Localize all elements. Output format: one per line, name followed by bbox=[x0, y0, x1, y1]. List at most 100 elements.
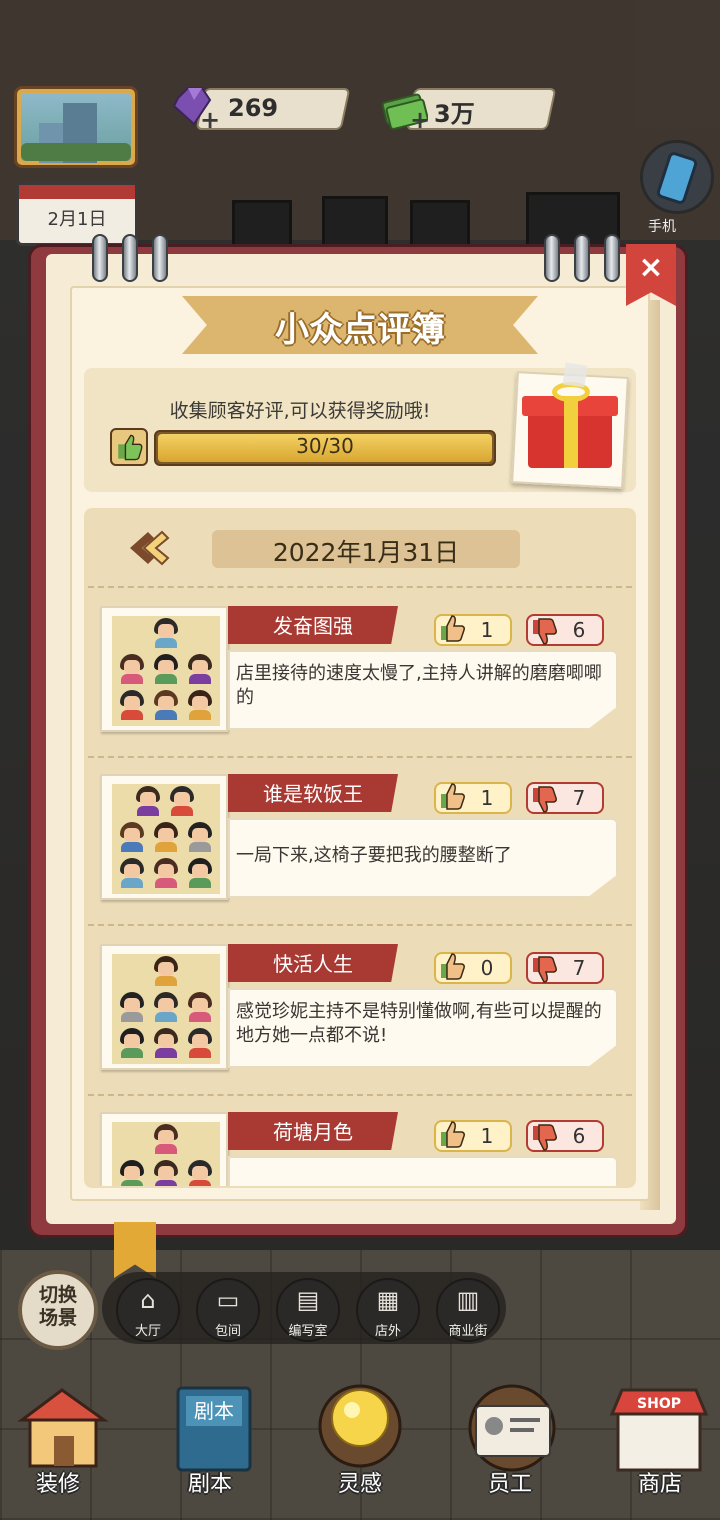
customer-avatar-icon bbox=[152, 618, 180, 648]
shop-label: 商店 bbox=[637, 1472, 682, 1497]
customer-avatar-icon bbox=[118, 690, 146, 720]
tab-label: 编写室 bbox=[288, 1324, 328, 1339]
customer-group-avatars bbox=[100, 1112, 228, 1186]
review-card: 发奋图强 1 6 店里接待的速度太慢了,主持人讲解的磨磨唧唧的 bbox=[100, 606, 620, 736]
customer-group-avatars bbox=[100, 774, 228, 900]
switch-scene-label: 切换 场景 bbox=[38, 1284, 77, 1329]
review-bubble bbox=[228, 1156, 618, 1186]
thumbs-down-icon bbox=[533, 956, 557, 983]
shop-icon[interactable]: SHOP bbox=[604, 1380, 712, 1476]
dislike-count: 6 bbox=[572, 618, 586, 642]
customer-avatar-icon bbox=[168, 786, 196, 816]
binder-ring-icon bbox=[92, 234, 108, 282]
review-card: 谁是软饭王 1 7 一局下来,这椅子要把我的腰整断了 bbox=[100, 774, 620, 904]
like-count: 1 bbox=[480, 786, 494, 810]
group-name: 荷塘月色 bbox=[273, 1120, 353, 1144]
review-text: 感觉珍妮主持不是特别懂做啊,有些可以提醒的地方她一点都不说! bbox=[236, 1001, 602, 1046]
customer-group-avatars bbox=[100, 606, 228, 732]
review-card: 快活人生 0 7 感觉珍妮主持不是特别懂做啊,有些可以提醒的地方她一点都不说! bbox=[100, 944, 620, 1074]
desk-icon: ▤ bbox=[296, 1286, 320, 1314]
thumbs-up-icon bbox=[441, 615, 465, 642]
customer-avatar-icon bbox=[186, 1160, 214, 1186]
cash-plus-icon[interactable]: + bbox=[410, 106, 430, 134]
staff-label: 员工 bbox=[487, 1472, 532, 1497]
storefront-icon: ▦ bbox=[376, 1286, 400, 1314]
binder-ring-icon bbox=[122, 234, 138, 282]
inspiration-label: 灵感 bbox=[337, 1472, 382, 1497]
shop-sign: SHOP bbox=[637, 1396, 681, 1412]
thumbs-up-badge-icon bbox=[110, 428, 148, 466]
thumbs-up-icon bbox=[441, 783, 465, 810]
binder-ring-icon bbox=[604, 234, 620, 282]
thumbs-down-icon bbox=[533, 786, 557, 813]
review-date: 2022年1月31日 bbox=[272, 538, 460, 567]
renovate-label: 装修 bbox=[35, 1472, 80, 1497]
customer-avatar-icon bbox=[118, 1028, 146, 1058]
tab-label: 商业街 bbox=[448, 1324, 488, 1339]
building-thumbnail[interactable] bbox=[14, 86, 138, 168]
sofa-icon: ▭ bbox=[216, 1286, 240, 1314]
tape-icon bbox=[562, 362, 588, 388]
customer-avatar-icon bbox=[152, 992, 180, 1022]
dislike-count: 6 bbox=[572, 1124, 586, 1148]
script-book-icon[interactable]: 剧本 bbox=[160, 1380, 268, 1476]
script-label: 剧本 bbox=[187, 1472, 232, 1497]
review-card: 荷塘月色 1 6 bbox=[100, 1112, 620, 1186]
customer-avatar-icon bbox=[186, 654, 214, 684]
group-name: 发奋图强 bbox=[273, 614, 353, 638]
binder-ring-icon bbox=[544, 234, 560, 282]
divider bbox=[88, 924, 632, 926]
street-icon: ▥ bbox=[456, 1286, 480, 1314]
thumbs-up-icon bbox=[441, 1121, 465, 1148]
review-list-clip: 荷塘月色 1 6 bbox=[84, 1100, 636, 1186]
customer-avatar-icon bbox=[152, 1160, 180, 1186]
like-count: 1 bbox=[480, 1124, 494, 1148]
tab-label: 店外 bbox=[374, 1324, 401, 1339]
customer-avatar-icon bbox=[152, 654, 180, 684]
phone-button[interactable]: 手机 bbox=[640, 140, 720, 238]
gem-amount: 269 bbox=[228, 94, 279, 122]
calendar-date: 2月1日 bbox=[47, 209, 107, 230]
group-name: 谁是软饭王 bbox=[263, 782, 363, 806]
calendar-widget[interactable]: 2月1日 bbox=[16, 182, 138, 246]
customer-avatar-icon bbox=[118, 654, 146, 684]
divider bbox=[88, 1094, 632, 1096]
customer-avatar-icon bbox=[118, 822, 146, 852]
customer-avatar-icon bbox=[152, 1028, 180, 1058]
like-count: 1 bbox=[480, 618, 494, 642]
customer-avatar-icon bbox=[118, 858, 146, 888]
customer-avatar-icon bbox=[186, 858, 214, 888]
binder-ring-icon bbox=[152, 234, 168, 282]
customer-avatar-icon bbox=[152, 822, 180, 852]
review-text: 店里接待的速度太慢了,主持人讲解的磨磨唧唧的 bbox=[236, 663, 602, 708]
cash-amount: 3万 bbox=[434, 100, 475, 128]
tab-label: 大厅 bbox=[134, 1324, 161, 1339]
house-icon: ⌂ bbox=[140, 1286, 156, 1314]
staff-card-icon[interactable] bbox=[458, 1380, 566, 1476]
customer-avatar-icon bbox=[186, 822, 214, 852]
customer-avatar-icon bbox=[186, 1028, 214, 1058]
renovate-house-icon[interactable] bbox=[8, 1380, 116, 1476]
customer-group-avatars bbox=[100, 944, 228, 1070]
gift-ribbon bbox=[564, 396, 578, 468]
page-title: 小众点评簿 bbox=[275, 310, 445, 350]
divider bbox=[88, 586, 632, 588]
reward-hint: 收集顾客好评,可以获得奖励哦! bbox=[169, 400, 431, 422]
previous-day-arrow-icon[interactable] bbox=[126, 528, 172, 568]
thumbs-down-icon bbox=[533, 1124, 557, 1151]
lightbulb-icon[interactable] bbox=[306, 1380, 414, 1476]
customer-avatar-icon bbox=[134, 786, 162, 816]
dislike-count: 7 bbox=[572, 956, 586, 980]
customer-avatar-icon bbox=[152, 858, 180, 888]
phone-label: 手机 bbox=[648, 219, 676, 235]
dislike-count: 7 bbox=[572, 786, 586, 810]
book-title: 剧本 bbox=[194, 1399, 234, 1423]
divider bbox=[88, 756, 632, 758]
customer-avatar-icon bbox=[152, 690, 180, 720]
customer-avatar-icon bbox=[186, 690, 214, 720]
binder-ring-icon bbox=[574, 234, 590, 282]
thumbs-up-icon bbox=[441, 953, 465, 980]
close-icon[interactable]: × bbox=[626, 250, 676, 285]
gem-plus-icon[interactable]: + bbox=[200, 106, 220, 134]
like-count: 0 bbox=[480, 956, 494, 980]
